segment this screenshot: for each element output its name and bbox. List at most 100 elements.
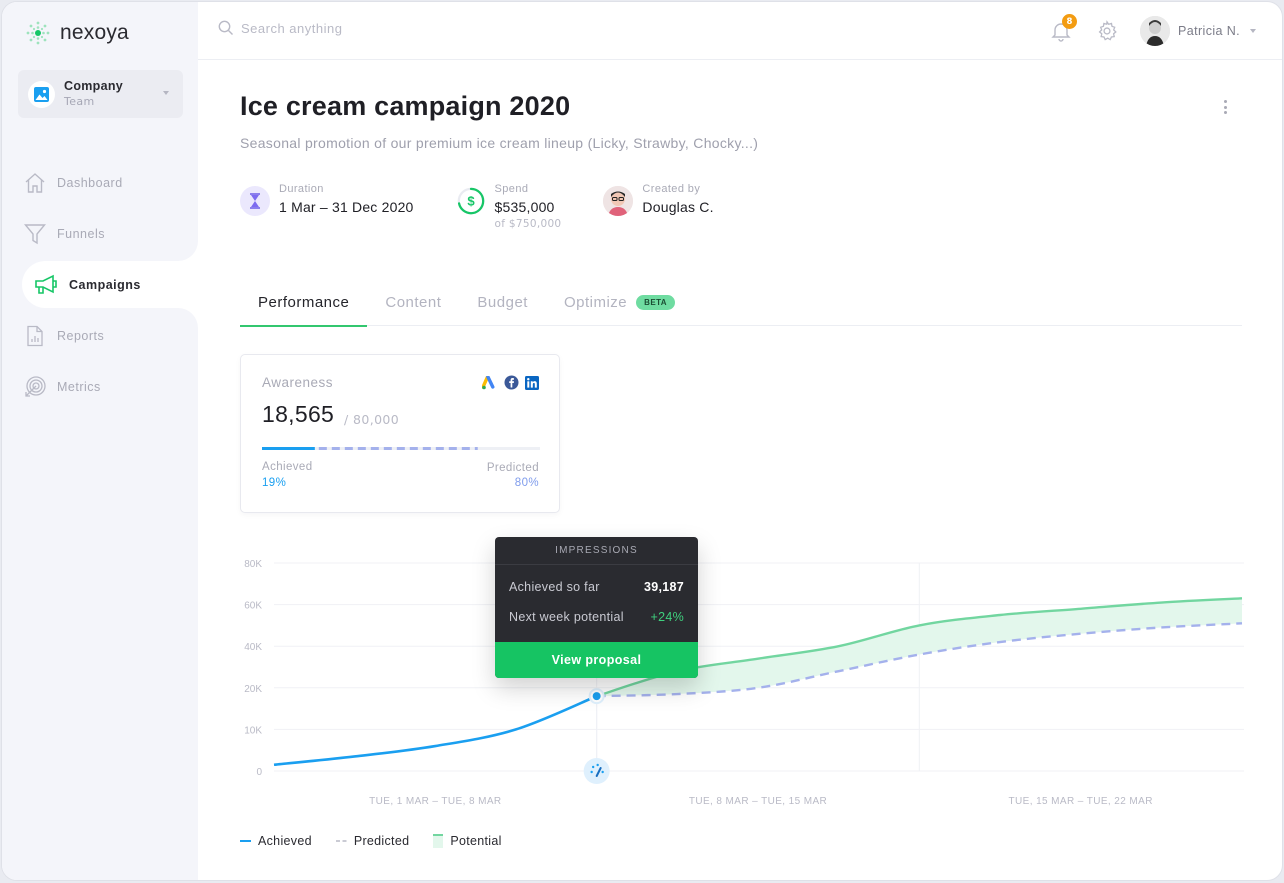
- chevron-down-icon: [163, 91, 169, 95]
- kpi-progress-bar: [262, 447, 540, 450]
- sidebar-item-campaigns[interactable]: Campaigns: [22, 261, 198, 308]
- tab-label: Budget: [477, 294, 528, 311]
- spend-info: $ Spend $535,000 of $750,000: [456, 183, 562, 230]
- target-icon: [25, 375, 46, 397]
- achieved-percent: 19%: [262, 477, 287, 489]
- sidebar: nexoya Company Team Dashboard Funnels Ca…: [2, 2, 198, 880]
- app-window: nexoya Company Team Dashboard Funnels Ca…: [1, 1, 1283, 881]
- chart-legend: Achieved Predicted Potential: [240, 834, 526, 848]
- hourglass-icon: [240, 186, 270, 216]
- sidebar-item-reports[interactable]: Reports: [2, 312, 198, 359]
- notifications-button[interactable]: 8: [1050, 14, 1077, 46]
- sidebar-item-metrics[interactable]: Metrics: [2, 363, 198, 410]
- legend-item-predicted[interactable]: Predicted: [335, 834, 410, 848]
- legend-item-achieved[interactable]: Achieved: [240, 834, 312, 848]
- gauge-icon[interactable]: [583, 758, 610, 784]
- home-icon: [25, 172, 45, 193]
- logo[interactable]: nexoya: [24, 19, 129, 47]
- sidebar-item-label: Campaigns: [69, 277, 141, 292]
- tab-optimize[interactable]: Optimize BETA: [546, 284, 693, 326]
- spend-label: Spend: [494, 183, 529, 195]
- y-tick-label: 10K: [244, 725, 262, 736]
- y-tick-label: 40K: [244, 642, 262, 653]
- y-tick-label: 80K: [244, 559, 262, 570]
- y-tick-label: 60K: [244, 601, 262, 612]
- duration-label: Duration: [279, 183, 324, 195]
- linkedin-icon: [525, 375, 539, 390]
- spend-value: $535,000: [494, 199, 555, 215]
- tab-label: Performance: [258, 294, 350, 311]
- tab-label: Optimize: [563, 294, 628, 311]
- creator-avatar: [603, 186, 634, 216]
- created-by-value[interactable]: Douglas C.: [642, 199, 713, 215]
- image-icon: [34, 86, 49, 102]
- tooltip-row-value: 39,187: [643, 580, 684, 594]
- x-tick-label: TUE, 8 MAR – TUE, 15 MAR: [689, 796, 827, 807]
- tab-budget[interactable]: Budget: [459, 284, 546, 326]
- user-name: Patricia N.: [1178, 24, 1241, 38]
- settings-button[interactable]: [1096, 20, 1118, 46]
- duration-value: 1 Mar – 31 Dec 2020: [279, 199, 414, 215]
- workspace-switcher[interactable]: Company Team: [18, 70, 183, 118]
- user-menu[interactable]: Patricia N.: [1140, 16, 1257, 46]
- creator-info: Created by Douglas C.: [603, 183, 713, 230]
- brand-name: nexoya: [60, 21, 129, 44]
- achieved-line: [273, 694, 598, 767]
- search-input[interactable]: [241, 20, 481, 36]
- facebook-icon: [504, 375, 519, 390]
- megaphone-icon: [35, 274, 57, 294]
- sidebar-nav: Dashboard Funnels Campaigns Reports Metr…: [2, 159, 198, 414]
- sidebar-item-funnels[interactable]: Funnels: [2, 210, 198, 257]
- x-tick-label: TUE, 15 MAR – TUE, 22 MAR: [1009, 796, 1153, 807]
- sidebar-item-dashboard[interactable]: Dashboard: [2, 159, 198, 206]
- legend-label: Predicted: [353, 834, 410, 848]
- sidebar-item-label: Metrics: [57, 379, 101, 394]
- x-tick-label: TUE, 1 MAR – TUE, 8 MAR: [369, 796, 501, 807]
- view-proposal-button[interactable]: View proposal: [495, 642, 698, 678]
- page-title: Ice cream campaign 2020: [240, 91, 571, 121]
- workspace-avatar: [28, 80, 55, 108]
- workspace-name: Company: [64, 79, 124, 94]
- tooltip-row-value: +24%: [650, 610, 684, 624]
- tooltip-row-label: Next week potential: [509, 610, 624, 624]
- campaign-description: Seasonal promotion of our premium ice cr…: [240, 135, 759, 151]
- y-tick-label: 0: [256, 767, 262, 778]
- y-axis-ticks: 0 10K 20K 40K 60K 80K: [244, 559, 262, 778]
- dot: [1223, 100, 1227, 103]
- kpi-title: Awareness: [262, 375, 334, 390]
- search-icon: [218, 20, 233, 35]
- dot: [1223, 105, 1227, 109]
- notification-badge: 8: [1062, 14, 1077, 29]
- spend-total: of $750,000: [494, 218, 562, 230]
- search-box: [218, 20, 481, 36]
- tab-content[interactable]: Content: [367, 284, 459, 326]
- impressions-chart: 0 10K 20K 40K 60K 80K TUE, 1 MAR – TUE, 8 MAR…: [244, 559, 1244, 807]
- chevron-down-icon: [1250, 29, 1257, 33]
- top-bar: 8 Patricia N.: [198, 2, 1282, 60]
- tooltip-row-label: Achieved so far: [509, 580, 600, 594]
- impressions-tooltip: IMPRESSIONS Achieved so far 39,187 Next …: [495, 537, 698, 678]
- kpi-card-awareness[interactable]: Awareness 18,565 / 80,000 Achieved 19% P…: [240, 354, 560, 513]
- tab-performance[interactable]: Performance: [240, 284, 368, 327]
- kpi-target: / 80,000: [344, 412, 400, 427]
- predicted-swatch: [335, 840, 347, 842]
- google-ads-icon: [482, 375, 495, 389]
- predicted-percent: 80%: [514, 477, 539, 489]
- nexoya-logo-icon: [26, 21, 50, 45]
- beta-badge: BETA: [636, 295, 675, 310]
- dot: [1223, 111, 1227, 114]
- potential-swatch: [433, 834, 444, 848]
- legend-item-potential[interactable]: Potential: [433, 834, 501, 848]
- legend-label: Achieved: [258, 834, 312, 848]
- campaign-meta: Duration 1 Mar – 31 Dec 2020 $ Spend $53…: [240, 183, 756, 230]
- tooltip-row: Next week potential +24%: [495, 602, 698, 632]
- svg-text:$: $: [467, 194, 475, 209]
- tooltip-title: IMPRESSIONS: [495, 537, 698, 565]
- more-options-button[interactable]: [1220, 98, 1230, 116]
- sidebar-item-label: Funnels: [57, 226, 105, 241]
- current-point-marker[interactable]: [590, 690, 603, 703]
- kpi-value: 18,565: [262, 401, 335, 427]
- achieved-label: Achieved: [262, 461, 313, 473]
- sidebar-item-label: Dashboard: [57, 175, 123, 190]
- funnel-icon: [24, 223, 46, 244]
